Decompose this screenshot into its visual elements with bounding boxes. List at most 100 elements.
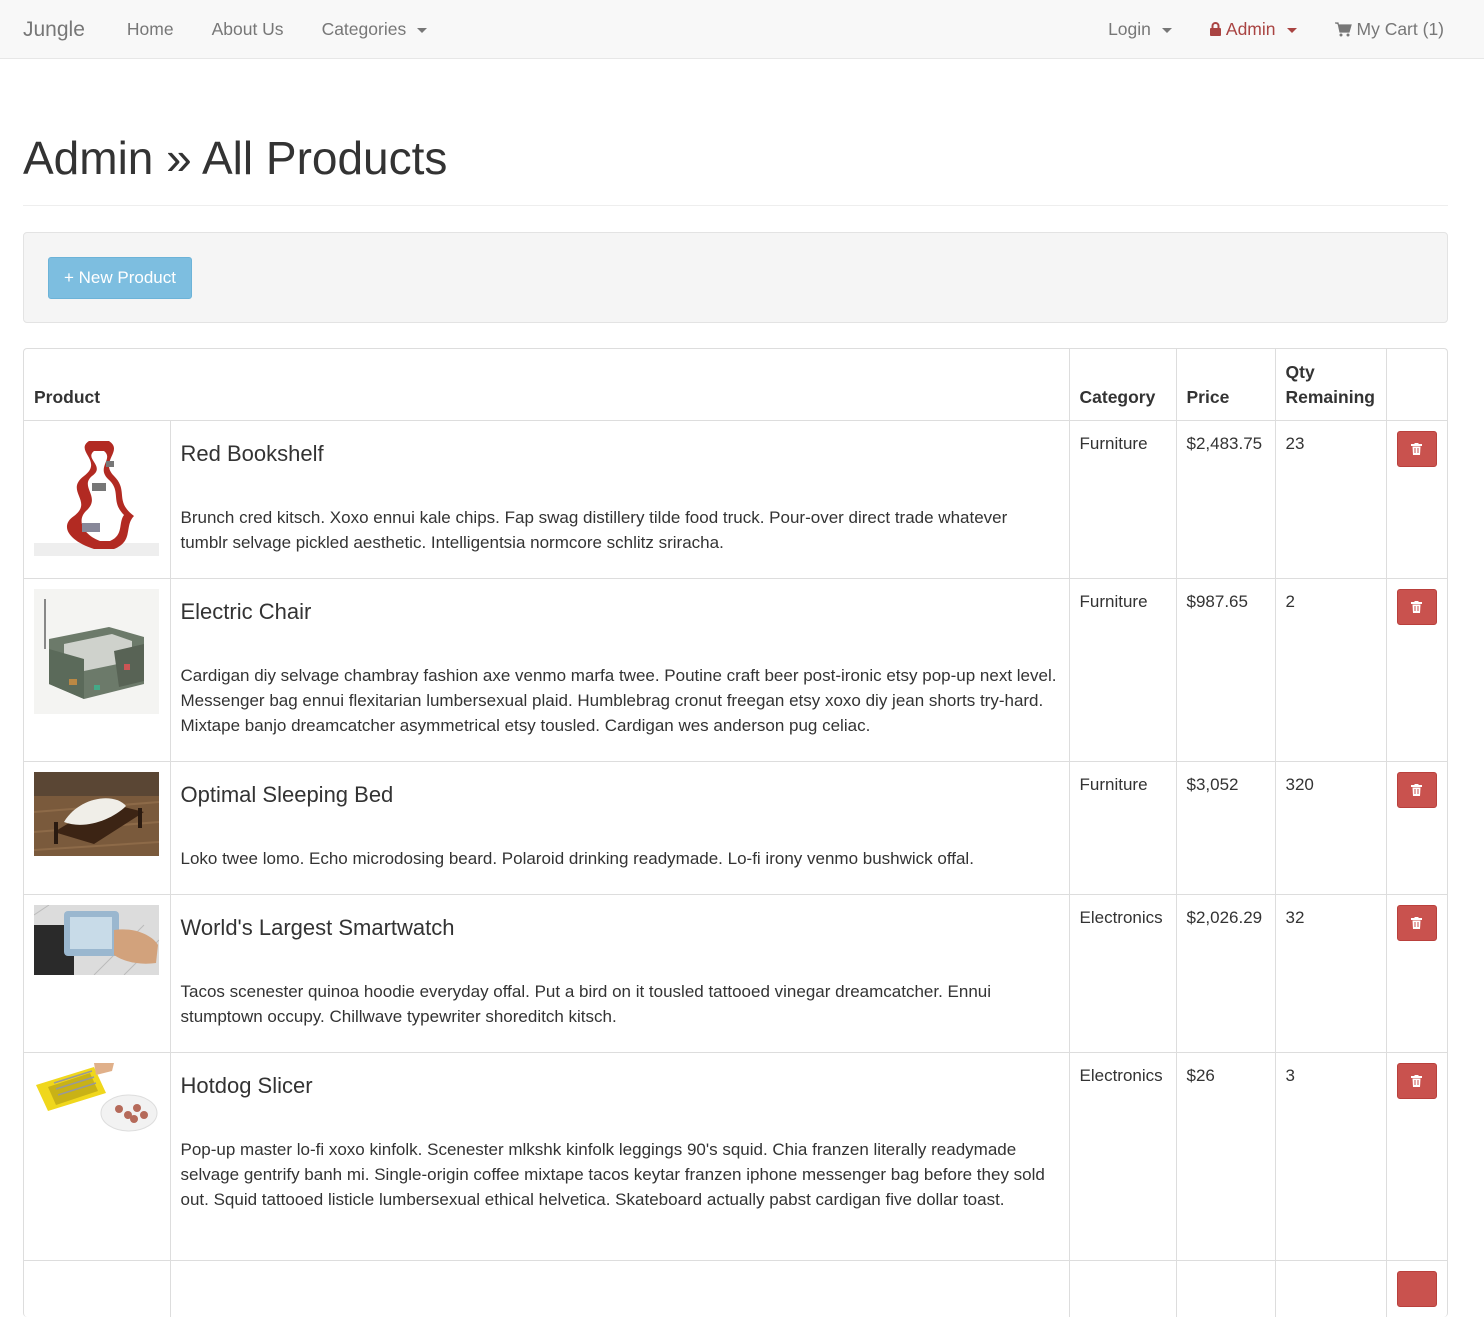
nav-categories-dropdown[interactable]: Categories <box>303 0 447 59</box>
product-name: Red Bookshelf <box>180 440 324 466</box>
page-title: Admin » All Products <box>23 135 1448 206</box>
product-description: Tacos scenester quinoa hoodie everyday o… <box>180 981 992 1026</box>
product-price: $26 <box>1175 1051 1275 1260</box>
actions-cell <box>1385 419 1447 578</box>
header-actions <box>1385 349 1447 421</box>
nav-right: Login Admin My Cart (1) <box>1089 0 1484 59</box>
table-row: Electric Chair Cardigan diy selvage cham… <box>24 577 1447 761</box>
table-row: World's Largest Smartwatch Tacos scenest… <box>24 893 1447 1052</box>
nav-admin-dropdown[interactable]: Admin <box>1191 0 1316 59</box>
delete-button[interactable] <box>1396 771 1437 808</box>
actions-cell <box>1385 760 1447 894</box>
product-price: $2,483.75 <box>1175 419 1275 578</box>
actions-cell <box>1385 1051 1447 1260</box>
chevron-down-icon <box>417 27 428 33</box>
product-category: Furniture <box>1068 760 1176 894</box>
trash-icon <box>1411 1074 1422 1087</box>
nav-login-dropdown[interactable]: Login <box>1089 0 1191 59</box>
product-name: World's Largest Smartwatch <box>180 914 455 940</box>
product-name: Optimal Sleeping Bed <box>180 781 394 807</box>
top-navbar: Jungle Home About Us Categories Login Ad… <box>0 0 1484 59</box>
product-info-cell: Red Bookshelf Brunch cred kitsch. Xoxo e… <box>169 419 1069 578</box>
actions-cell <box>1385 577 1447 761</box>
table-row: Optimal Sleeping Bed Loko twee lomo. Ech… <box>24 760 1447 894</box>
nav-home-link[interactable]: Home <box>108 0 193 59</box>
header-price: Price <box>1175 349 1275 421</box>
product-price <box>1175 1259 1275 1317</box>
table-header-row: Product Category Price Qty Remaining <box>24 349 1447 421</box>
product-image-worlds-largest-smartwatch <box>34 904 159 975</box>
header-qty: Qty Remaining <box>1274 349 1386 421</box>
product-qty: 23 <box>1274 419 1386 578</box>
product-qty: 3 <box>1274 1051 1386 1260</box>
nav-left: Home About Us Categories <box>108 0 446 59</box>
product-info-cell: Optimal Sleeping Bed Loko twee lomo. Ech… <box>169 760 1069 894</box>
delete-button[interactable] <box>1396 1062 1437 1099</box>
actions-cell <box>1385 893 1447 1052</box>
trash-icon <box>1411 600 1422 613</box>
product-qty: 2 <box>1274 577 1386 761</box>
product-image-cell <box>24 577 170 761</box>
delete-button[interactable] <box>1396 430 1437 467</box>
product-image-red-bookshelf <box>34 430 159 556</box>
shopping-cart-icon <box>1334 21 1352 37</box>
product-price: $2,026.29 <box>1175 893 1275 1052</box>
product-image-cell <box>24 893 170 1052</box>
product-price: $987.65 <box>1175 577 1275 761</box>
trash-icon <box>1411 916 1422 929</box>
table-row <box>24 1259 1447 1317</box>
chevron-down-icon <box>1161 27 1172 33</box>
nav-cart-label: My Cart (1) <box>1356 18 1445 39</box>
delete-button[interactable] <box>1396 588 1437 625</box>
product-image-cell <box>24 760 170 894</box>
delete-button[interactable] <box>1396 904 1437 941</box>
product-qty <box>1274 1259 1386 1317</box>
nav-cart-link[interactable]: My Cart (1) <box>1316 0 1464 59</box>
new-product-button[interactable]: + New Product <box>48 257 192 299</box>
products-table-panel: Product Category Price Qty Remaining Red… <box>23 348 1448 1317</box>
header-product: Product <box>24 349 1069 421</box>
product-image-cell <box>24 1051 170 1260</box>
toolbar-well: + New Product <box>23 232 1448 323</box>
product-image-optimal-sleeping-bed <box>34 771 159 856</box>
trash-icon <box>1411 442 1422 455</box>
product-info-cell: Hotdog Slicer Pop-up master lo-fi xoxo k… <box>169 1051 1069 1260</box>
product-description: Loko twee lomo. Echo microdosing beard. … <box>180 848 974 868</box>
product-image-cell <box>24 419 170 578</box>
product-description: Brunch cred kitsch. Xoxo ennui kale chip… <box>180 507 1008 552</box>
product-name: Hotdog Slicer <box>180 1072 313 1098</box>
product-info-cell: World's Largest Smartwatch Tacos scenest… <box>169 893 1069 1052</box>
lock-icon <box>1209 22 1221 36</box>
trash-icon <box>1411 783 1422 796</box>
main-container: Admin » All Products + New Product Produ… <box>0 135 1484 1317</box>
product-category: Electronics <box>1068 1051 1176 1260</box>
table-row: Hotdog Slicer Pop-up master lo-fi xoxo k… <box>24 1051 1447 1260</box>
delete-button[interactable] <box>1396 1270 1437 1307</box>
product-name: Electric Chair <box>180 598 312 624</box>
nav-about-label: About Us <box>211 18 284 39</box>
product-description: Pop-up master lo-fi xoxo kinfolk. Scenes… <box>180 1139 1045 1209</box>
nav-home-label: Home <box>126 18 174 39</box>
product-qty: 320 <box>1274 760 1386 894</box>
nav-categories-label: Categories <box>321 18 407 39</box>
product-price: $3,052 <box>1175 760 1275 894</box>
table-row: Red Bookshelf Brunch cred kitsch. Xoxo e… <box>24 419 1447 578</box>
product-category <box>1068 1259 1176 1317</box>
nav-about-link[interactable]: About Us <box>193 0 303 59</box>
products-table: Product Category Price Qty Remaining Red… <box>24 349 1447 1317</box>
product-category: Electronics <box>1068 893 1176 1052</box>
product-category: Furniture <box>1068 419 1176 578</box>
chevron-down-icon <box>1286 27 1297 33</box>
product-image-electric-chair <box>34 588 159 714</box>
product-image-hotdog-slicer <box>34 1062 159 1133</box>
product-info-cell: Electric Chair Cardigan diy selvage cham… <box>169 577 1069 761</box>
product-category: Furniture <box>1068 577 1176 761</box>
brand-link[interactable]: Jungle <box>0 0 108 59</box>
actions-cell <box>1385 1259 1447 1317</box>
product-description: Cardigan diy selvage chambray fashion ax… <box>180 665 1057 735</box>
nav-admin-label: Admin <box>1225 18 1276 39</box>
nav-login-label: Login <box>1108 18 1151 39</box>
product-info-cell <box>169 1259 1069 1317</box>
product-qty: 32 <box>1274 893 1386 1052</box>
product-image-cell <box>24 1259 170 1317</box>
